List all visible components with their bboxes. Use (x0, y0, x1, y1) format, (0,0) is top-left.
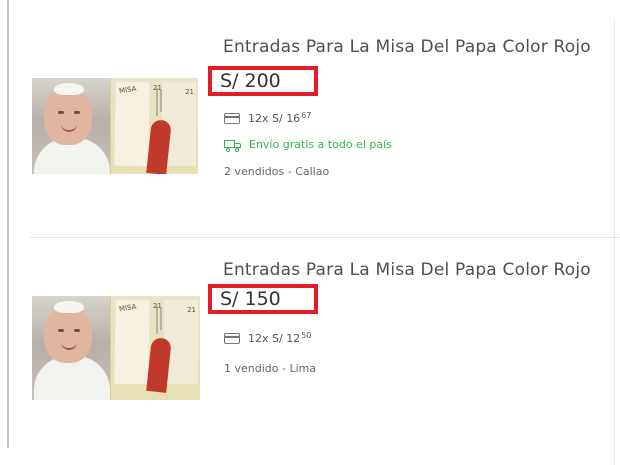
truck-icon (224, 139, 242, 152)
card-icon (224, 113, 240, 124)
misa-poster: MISA 21 21 (110, 78, 198, 174)
papa-photo (32, 78, 110, 174)
sold-location: 2 vendidos - Callao (224, 165, 330, 178)
free-shipping-label: Envío gratis a todo el país (224, 138, 392, 152)
card-icon (224, 333, 240, 344)
listing-thumbnail[interactable]: MISA 21 21 (32, 296, 200, 400)
installments: 12x S/ 1250 (224, 331, 311, 345)
sold-location: 1 vendido - Lima (224, 362, 317, 375)
listing-title[interactable]: Entradas Para La Misa Del Papa Color Roj… (223, 37, 591, 57)
price: S/ 200 (220, 70, 281, 92)
listing-item-2[interactable]: MISA 21 21 Entradas Para La Misa Del Pap… (30, 240, 620, 465)
listing-item-1[interactable]: MISA 21 21 Entradas Para La Misa Del Pap… (30, 0, 620, 238)
price-highlight-box: S/ 200 (208, 66, 318, 96)
listing-title[interactable]: Entradas Para La Misa Del Papa Color Roj… (223, 260, 591, 280)
listing-thumbnail[interactable]: MISA 21 21 (32, 78, 198, 174)
price: S/ 150 (220, 288, 281, 310)
installments: 12x S/ 1667 (224, 111, 311, 125)
papa-photo (32, 296, 110, 400)
misa-poster: MISA 21 21 (110, 296, 200, 400)
left-border (7, 0, 9, 448)
price-highlight-box: S/ 150 (208, 284, 318, 314)
